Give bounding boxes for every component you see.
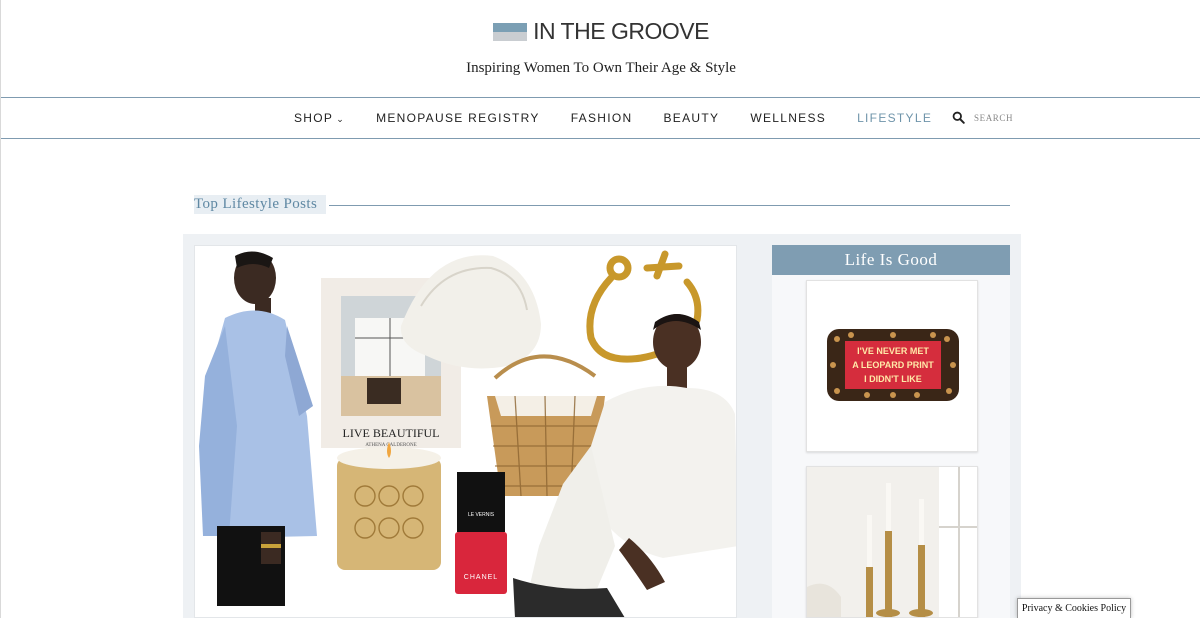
nav-item-menopause-registry[interactable]: MENOPAUSE REGISTRY [376, 111, 540, 125]
nav-item-beauty[interactable]: BEAUTY [664, 111, 720, 125]
featured-post-image[interactable]: LIVE BEAUTIFUL ATHENA CALDERONE LE VERNI… [194, 245, 737, 618]
leopard-pillow-image: I'VE NEVER MET A LEOPARD PRINT I DIDN'T … [827, 329, 959, 401]
woman-blue-shirt-figure [199, 251, 317, 606]
brand-name[interactable]: IN THE GROOVE [533, 18, 709, 45]
chevron-down-icon: ⌄ [336, 114, 346, 124]
logo-mark-icon [493, 22, 528, 41]
nav-item-lifestyle[interactable]: LIFESTYLE [857, 111, 932, 125]
nav-item-wellness[interactable]: WELLNESS [750, 111, 826, 125]
lifestyle-collage-image: LIVE BEAUTIFUL ATHENA CALDERONE LE VERNI… [199, 250, 736, 617]
nail-polish-brand: CHANEL [464, 574, 498, 581]
nav-item-label: SHOP [294, 111, 334, 125]
product-thumbnail-candlesticks[interactable] [806, 466, 978, 618]
pillow-text-line-1: I'VE NEVER MET [857, 346, 929, 356]
page: IN THE GROOVE Inspiring Women To Own The… [0, 0, 1200, 618]
chanel-nail-polish: LE VERNIS CHANEL [455, 472, 507, 594]
tagline: Inspiring Women To Own Their Age & Style [466, 60, 736, 76]
book-title: LIVE BEAUTIFUL [343, 426, 440, 440]
product-thumbnail-pillow[interactable]: I'VE NEVER MET A LEOPARD PRINT I DIDN'T … [806, 280, 978, 452]
section-divider [329, 205, 1010, 206]
nail-polish-label: LE VERNIS [468, 512, 495, 518]
pillow-text-line-2: A LEOPARD PRINT [852, 360, 934, 370]
bucket-hat [400, 255, 541, 369]
widget-title: Life Is Good [772, 245, 1010, 275]
site-logo[interactable]: IN THE GROOVE [1, 18, 1200, 45]
rattan-candle [337, 442, 441, 570]
brass-candlesticks-image [807, 467, 977, 617]
section-heading: Top Lifestyle Posts [194, 195, 1010, 215]
section-title: Top Lifestyle Posts [194, 195, 327, 214]
main-nav: SHOP ⌄ MENOPAUSE REGISTRY FASHION BEAUTY … [1, 97, 1200, 139]
pillow-text-line-3: I DIDN'T LIKE [864, 374, 922, 384]
search-input[interactable] [974, 112, 1044, 123]
search-box[interactable] [952, 111, 1044, 124]
search-icon[interactable] [952, 111, 965, 124]
nav-item-fashion[interactable]: FASHION [571, 111, 633, 125]
privacy-cookies-button[interactable]: Privacy & Cookies Policy [1017, 598, 1131, 618]
nav-item-shop[interactable]: SHOP ⌄ [294, 111, 345, 125]
